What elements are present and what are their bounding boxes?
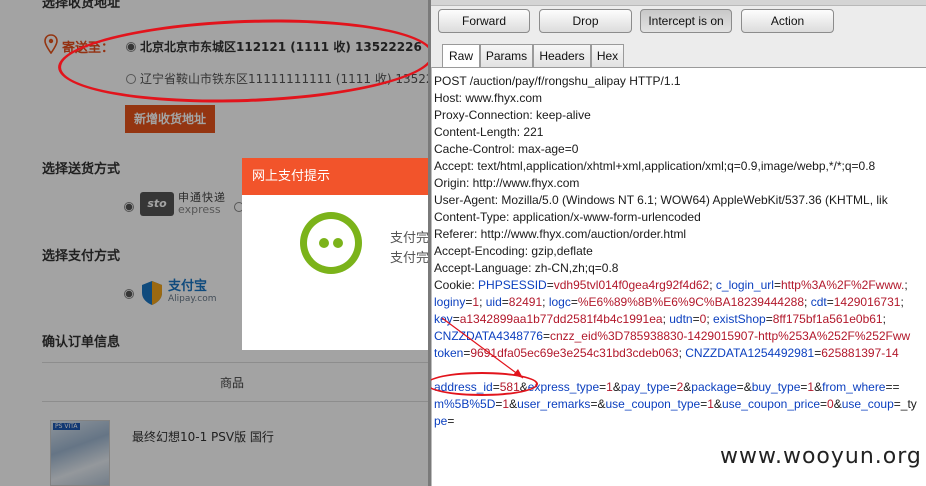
watermark: www.wooyun.org [720,444,922,469]
annotation-arrow [441,317,524,379]
